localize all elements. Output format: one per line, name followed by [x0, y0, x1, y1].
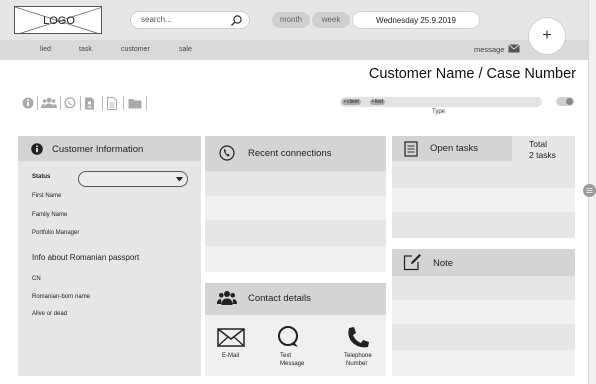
- view-week-button[interactable]: week: [312, 12, 350, 28]
- mail-icon[interactable]: [217, 328, 245, 347]
- toolbar-divider: [102, 96, 103, 110]
- search-placeholder: search...: [141, 15, 172, 24]
- list-item[interactable]: [392, 188, 575, 212]
- info-icon: [31, 143, 43, 155]
- add-button[interactable]: +: [528, 17, 566, 55]
- chevron-down-icon: [176, 177, 183, 182]
- edit-note-icon: [403, 254, 421, 271]
- group-icon: [217, 291, 237, 305]
- open-tasks-title: Open tasks: [430, 143, 479, 154]
- contact-card-icon[interactable]: [84, 97, 96, 110]
- logo-text: LOGO: [43, 15, 75, 27]
- tasks-total-label: Total: [529, 139, 547, 149]
- email-label: E-Mail: [222, 353, 240, 359]
- romanian-born-name-label: Romanian-born name: [32, 294, 91, 300]
- nav-item-task[interactable]: task: [79, 46, 92, 53]
- document-icon[interactable]: [106, 97, 118, 110]
- phone-icon[interactable]: [346, 326, 370, 350]
- toolbar-divider: [37, 96, 38, 110]
- view-month-button[interactable]: month: [272, 12, 310, 28]
- portfolio-manager-label: Portfolio Manager: [32, 230, 80, 236]
- toggle-switch[interactable]: [556, 97, 574, 106]
- page-title: Customer Name / Case Number: [368, 66, 576, 82]
- filter-tag-label: client: [347, 99, 359, 105]
- text-message-label-2: Message: [280, 361, 305, 367]
- filter-tag-label: lied: [375, 99, 383, 105]
- nav-item-customer[interactable]: customer: [121, 46, 150, 53]
- contact-details-title: Contact details: [248, 293, 311, 304]
- search-icon[interactable]: [230, 14, 243, 27]
- date-display: Wednesday 25.9.2019: [352, 11, 480, 29]
- group-icon[interactable]: [41, 97, 57, 109]
- nav-item-lied[interactable]: lied: [40, 46, 51, 53]
- info-icon[interactable]: [22, 97, 34, 109]
- phone-circle-icon: [219, 145, 235, 161]
- family-name-label: Family Name: [32, 212, 68, 218]
- status-select[interactable]: [78, 171, 188, 187]
- scroll-grip-icon: [586, 188, 593, 193]
- scrollbar-thumb[interactable]: [583, 184, 596, 197]
- list-item[interactable]: [392, 350, 575, 376]
- folder-icon[interactable]: [128, 97, 142, 109]
- toggle-knob: [566, 98, 573, 105]
- passport-info-title: Info about Romanian passport: [32, 253, 140, 262]
- type-label: Type: [432, 109, 446, 115]
- telephone-label-2: Number: [346, 361, 368, 367]
- search-input[interactable]: search...: [130, 11, 250, 29]
- first-name-label: First Name: [32, 193, 62, 199]
- logo[interactable]: LOGO: [14, 6, 102, 34]
- whatsapp-icon[interactable]: [64, 97, 76, 109]
- toolbar-divider: [146, 96, 147, 110]
- filter-tag-client[interactable]: • client: [342, 99, 361, 105]
- list-item[interactable]: [205, 246, 386, 272]
- list-item[interactable]: [392, 300, 575, 324]
- message-link[interactable]: message: [474, 45, 504, 54]
- note-title: Note: [433, 258, 454, 269]
- toolbar-divider: [123, 96, 124, 110]
- tasks-total-value: 2 tasks: [529, 150, 556, 160]
- toolbar-divider: [80, 96, 81, 110]
- toolbar-divider: [60, 96, 61, 110]
- recent-connections-title: Recent connections: [248, 148, 332, 159]
- cn-label: CN: [32, 276, 41, 282]
- nav-item-sale[interactable]: sale: [179, 46, 192, 53]
- list-item[interactable]: [205, 196, 386, 220]
- status-label: Status: [32, 174, 51, 180]
- customer-info-title: Customer Information: [52, 144, 144, 155]
- message-bubble-icon[interactable]: [276, 325, 300, 349]
- telephone-label-1: Telephone: [344, 353, 372, 359]
- task-list-icon: [404, 141, 418, 157]
- filter-tag-lied[interactable]: • lied: [370, 99, 385, 105]
- envelope-icon[interactable]: [508, 44, 520, 53]
- text-message-label-1: Text: [280, 353, 292, 359]
- alive-or-dead-label: Alive or dead: [32, 311, 68, 317]
